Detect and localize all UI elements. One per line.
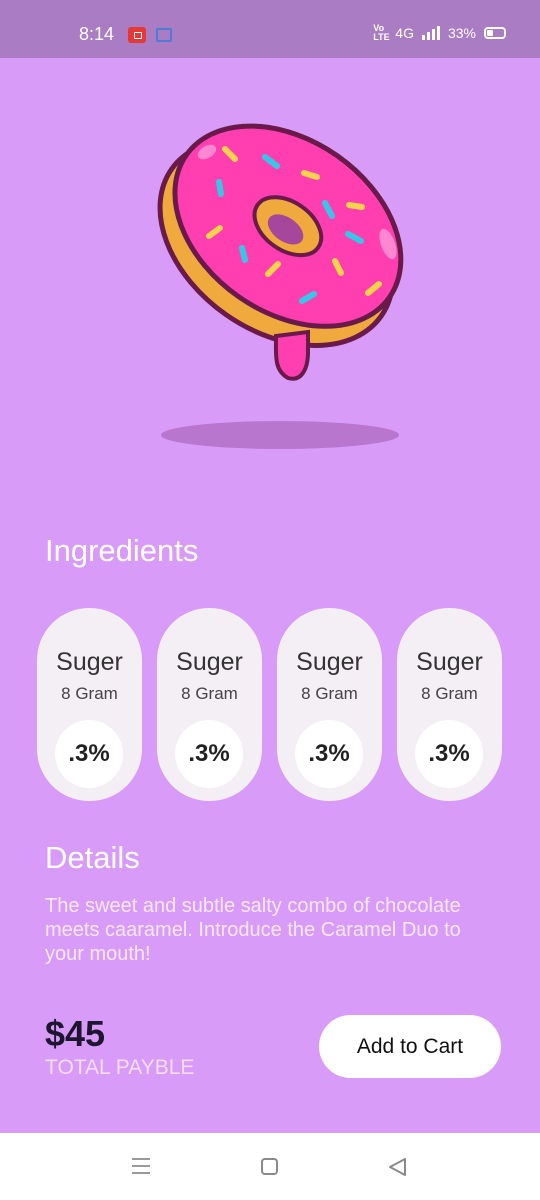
details-description: The sweet and subtle salty combo of choc…: [45, 895, 461, 965]
home-icon[interactable]: [261, 1158, 278, 1175]
back-icon[interactable]: [386, 1156, 408, 1178]
ingredient-amount: 8 Gram: [421, 684, 478, 703]
ingredient-card[interactable]: Suger 8 Gram .3%: [397, 608, 502, 801]
ingredient-percent: .3%: [415, 720, 483, 788]
ingredient-percent: .3%: [295, 720, 363, 788]
status-time: 8:14: [79, 24, 115, 44]
ingredient-name: Suger: [416, 648, 483, 676]
calendar-icon: [156, 28, 172, 42]
ingredient-amount: 8 Gram: [181, 684, 238, 703]
volte-icon: Vo LTE: [373, 23, 390, 42]
ingredient-name: Suger: [176, 648, 243, 676]
add-to-cart-button[interactable]: Add to Cart: [319, 1015, 501, 1078]
total-payable-label: TOTAL PAYBLE: [45, 1056, 195, 1079]
ingredient-card[interactable]: Suger 8 Gram .3%: [157, 608, 262, 801]
ingredients-title: Ingredients: [45, 533, 199, 568]
status-bar: 8:14 Vo LTE 4G 33%: [0, 0, 540, 58]
status-indicators: Vo LTE 4G 33%: [373, 24, 506, 42]
ingredient-amount: 8 Gram: [61, 684, 118, 703]
battery-percent: 33%: [447, 25, 476, 41]
signal-icon: [421, 26, 440, 40]
total-price: $45: [45, 1013, 106, 1054]
donut-icon: [150, 112, 412, 384]
battery-icon: [484, 27, 506, 39]
donut-shadow: [161, 421, 399, 449]
ingredient-list: Suger 8 Gram .3% Suger 8 Gram .3% Suger …: [37, 608, 502, 801]
details-title: Details: [45, 840, 140, 875]
ingredient-percent: .3%: [55, 720, 123, 788]
ingredient-card[interactable]: Suger 8 Gram .3%: [37, 608, 142, 801]
menu-icon[interactable]: [132, 1158, 150, 1174]
ingredient-percent: .3%: [175, 720, 243, 788]
ingredient-name: Suger: [296, 648, 363, 676]
screen-recorder-icon: [128, 27, 146, 43]
ingredient-amount: 8 Gram: [301, 684, 358, 703]
network-type: 4G: [395, 25, 414, 41]
ingredient-name: Suger: [56, 648, 123, 676]
ingredient-card[interactable]: Suger 8 Gram .3%: [277, 608, 382, 801]
